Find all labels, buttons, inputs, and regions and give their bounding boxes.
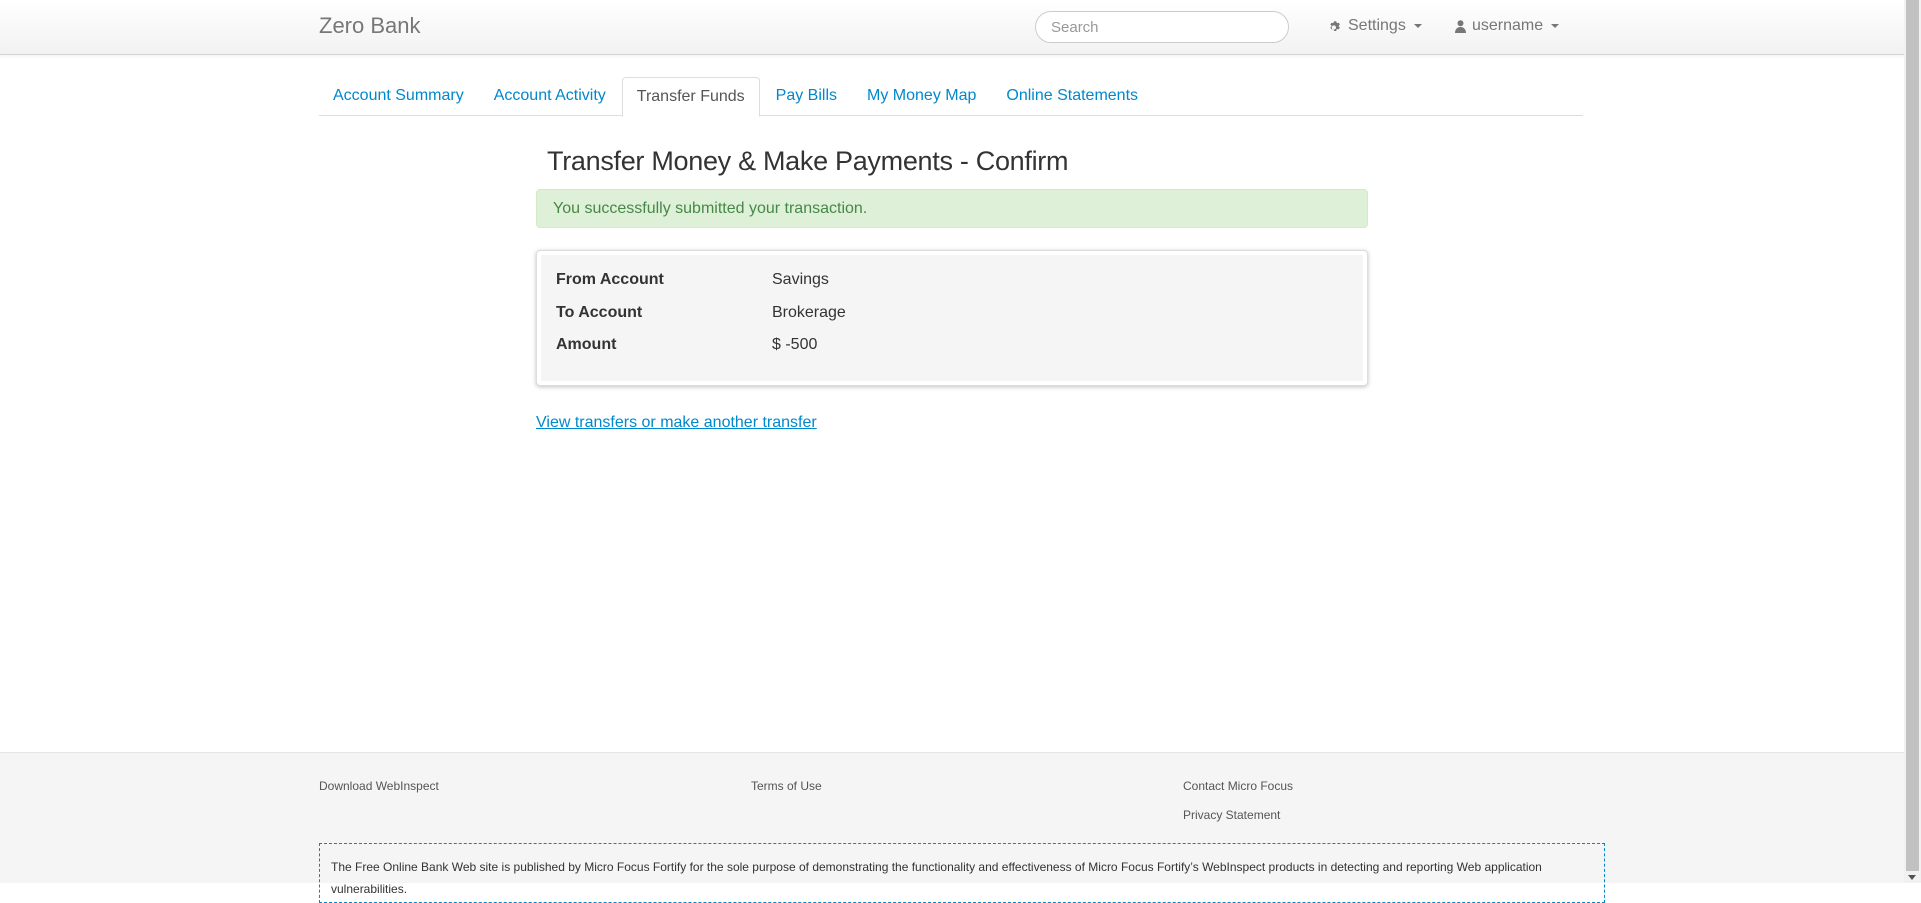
tab-my-money-map[interactable]: My Money Map bbox=[853, 77, 990, 116]
tab-online-statements[interactable]: Online Statements bbox=[992, 77, 1152, 116]
footer-link-contact[interactable]: Contact Micro Focus bbox=[1183, 779, 1293, 793]
tab-account-summary[interactable]: Account Summary bbox=[319, 77, 478, 116]
search-input[interactable] bbox=[1035, 11, 1289, 43]
disclaimer-text: The Free Online Bank Web site is publish… bbox=[319, 843, 1605, 903]
summary-row-amount: Amount $ -500 bbox=[556, 336, 817, 354]
settings-dropdown[interactable]: Settings bbox=[1329, 17, 1422, 35]
chevron-down-icon bbox=[1413, 24, 1422, 28]
top-navbar: Zero Bank Settings username bbox=[0, 0, 1904, 55]
gear-icon bbox=[1329, 20, 1342, 33]
chevron-down-icon bbox=[1551, 24, 1560, 28]
username-label: username bbox=[1472, 17, 1544, 34]
footer-link-download-webinspect[interactable]: Download WebInspect bbox=[319, 779, 439, 793]
summary-label: From Account bbox=[556, 271, 664, 288]
summary-value: Brokerage bbox=[772, 304, 846, 321]
transaction-summary: From Account Savings To Account Brokerag… bbox=[536, 250, 1368, 386]
settings-label: Settings bbox=[1348, 17, 1406, 34]
summary-label: Amount bbox=[556, 336, 617, 353]
summary-row-from: From Account Savings bbox=[556, 271, 829, 289]
vertical-scrollbar[interactable] bbox=[1904, 0, 1921, 883]
tab-account-activity[interactable]: Account Activity bbox=[480, 77, 620, 116]
footer: Download WebInspect Terms of Use Contact… bbox=[0, 752, 1904, 903]
summary-row-to: To Account Brokerage bbox=[556, 304, 846, 322]
user-icon bbox=[1455, 19, 1466, 33]
page-title: Transfer Money & Make Payments - Confirm bbox=[547, 146, 1069, 176]
scrollbar-thumb[interactable] bbox=[1906, 0, 1919, 871]
scroll-down-arrow-icon[interactable] bbox=[1908, 875, 1916, 880]
footer-link-terms-of-use[interactable]: Terms of Use bbox=[751, 779, 822, 793]
summary-value: $ -500 bbox=[772, 336, 818, 353]
main-tabs: Account Summary Account Activity Transfe… bbox=[319, 77, 1583, 117]
footer-link-privacy[interactable]: Privacy Statement bbox=[1183, 808, 1280, 822]
summary-label: To Account bbox=[556, 304, 643, 321]
success-alert: You successfully submitted your transact… bbox=[536, 189, 1368, 228]
user-dropdown[interactable]: username bbox=[1455, 17, 1560, 35]
brand-logo[interactable]: Zero Bank bbox=[319, 13, 421, 39]
view-transfers-link[interactable]: View transfers or make another transfer bbox=[536, 414, 817, 432]
tab-transfer-funds[interactable]: Transfer Funds bbox=[621, 77, 760, 117]
summary-value: Savings bbox=[772, 271, 829, 288]
tab-pay-bills[interactable]: Pay Bills bbox=[762, 77, 851, 116]
